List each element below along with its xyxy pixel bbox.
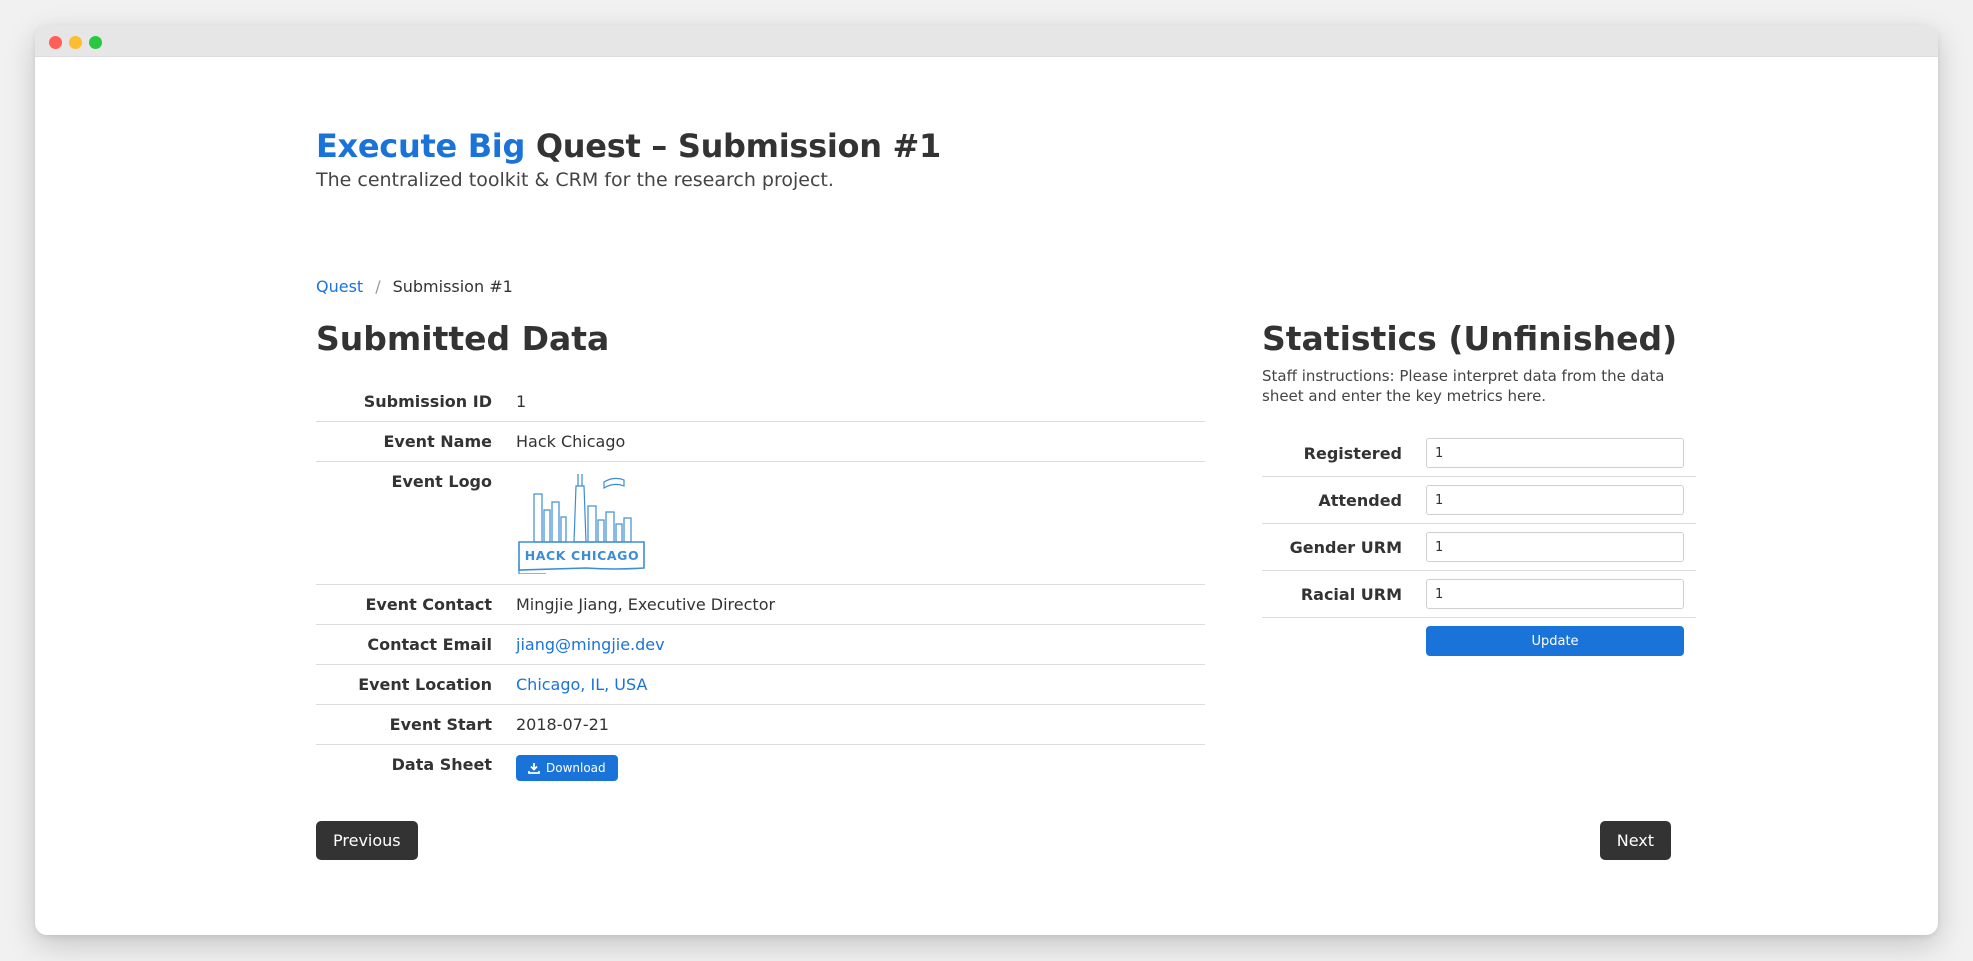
table-row: Event Logo HACK CHICAGO <box>316 461 1205 585</box>
table-row: Event Start 2018-07-21 <box>316 704 1205 745</box>
table-row: Event Location Chicago, IL, USA <box>316 664 1205 705</box>
event-contact-label: Event Contact <box>316 584 504 625</box>
page-title-text: Quest – Submission #1 <box>525 127 942 165</box>
next-button[interactable]: Next <box>1599 821 1671 860</box>
gender-urm-label: Gender URM <box>1262 523 1414 571</box>
event-location-label: Event Location <box>316 664 504 705</box>
registered-input[interactable] <box>1426 438 1684 468</box>
brand-name: Execute Big <box>316 127 526 165</box>
contact-email-cell: jiang@mingjie.dev <box>504 624 1205 665</box>
event-start-label: Event Start <box>316 704 504 745</box>
logo-text: HACK CHICAGO <box>525 548 640 563</box>
event-name-label: Event Name <box>316 421 504 462</box>
breadcrumb: Quest / Submission #1 <box>316 277 513 296</box>
window-titlebar <box>35 25 1938 57</box>
event-contact-value: Mingjie Jiang, Executive Director <box>504 584 1205 625</box>
page-header: Execute Big Quest – Submission #1 The ce… <box>316 127 941 191</box>
submission-id-label: Submission ID <box>363 392 492 411</box>
event-location-link[interactable]: Chicago, IL, USA <box>516 675 647 694</box>
table-row: Gender URM <box>1262 523 1696 571</box>
event-logo-label: Event Logo <box>316 461 504 585</box>
table-row: Event Name Hack Chicago <box>316 421 1205 462</box>
table-row: Registered <box>1262 430 1696 477</box>
event-logo-cell: HACK CHICAGO <box>504 461 1205 585</box>
registered-label: Registered <box>1262 430 1414 477</box>
data-sheet-cell: Download <box>504 744 1205 791</box>
download-button[interactable]: Download <box>516 755 618 781</box>
breadcrumb-current: Submission #1 <box>392 277 513 296</box>
page-subtitle: The centralized toolkit & CRM for the re… <box>316 169 834 191</box>
browser-window: Execute Big Quest – Submission #1 The ce… <box>35 25 1938 935</box>
attended-cell <box>1414 476 1696 524</box>
table-row: Contact Email jiang@mingjie.dev <box>316 624 1205 665</box>
breadcrumb-separator: / <box>375 277 381 296</box>
minimize-window-button[interactable] <box>69 36 82 49</box>
event-name-value: Hack Chicago <box>504 421 1205 462</box>
submitted-data-table: Submission ID 1 Event Name Hack Chicago … <box>316 382 1205 791</box>
table-row: Submission ID 1 <box>316 382 1205 422</box>
previous-button[interactable]: Previous <box>316 821 418 860</box>
table-row: Update <box>1262 618 1696 665</box>
table-row: Data Sheet Download <box>316 744 1205 791</box>
gender-urm-input[interactable] <box>1426 532 1684 562</box>
staff-instructions: Staff instructions: Please interpret dat… <box>1262 367 1665 405</box>
statistics-form: Registered Attended Gender URM Racial UR… <box>1262 430 1696 664</box>
maximize-window-button[interactable] <box>89 36 102 49</box>
table-row: Event Contact Mingjie Jiang, Executive D… <box>316 584 1205 625</box>
registered-cell <box>1414 430 1696 477</box>
table-row: Attended <box>1262 476 1696 524</box>
page-title: Execute Big Quest – Submission #1 <box>316 127 941 165</box>
hack-chicago-logo: HACK CHICAGO <box>518 474 645 574</box>
download-icon <box>528 763 540 774</box>
submitted-data-title: Submitted Data <box>316 319 610 358</box>
gender-urm-cell <box>1414 523 1696 571</box>
submission-id-value: 1 <box>516 392 527 411</box>
table-row: Racial URM <box>1262 570 1696 618</box>
racial-urm-cell <box>1414 570 1696 618</box>
download-button-label: Download <box>546 761 606 775</box>
event-start-value: 2018-07-21 <box>504 704 1205 745</box>
racial-urm-input[interactable] <box>1426 579 1684 609</box>
update-button[interactable]: Update <box>1426 626 1684 656</box>
submitted-data-section: Submitted Data Submission ID 1 Event Nam… <box>316 319 1205 791</box>
breadcrumb-quest-link[interactable]: Quest <box>316 277 363 296</box>
racial-urm-label: Racial URM <box>1262 570 1414 618</box>
contact-email-label: Contact Email <box>316 624 504 665</box>
statistics-title: Statistics (Unfinished) <box>1262 319 1678 358</box>
attended-input[interactable] <box>1426 485 1684 515</box>
statistics-section: Statistics (Unfinished) Staff instructio… <box>1262 319 1696 664</box>
update-cell: Update <box>1414 618 1696 665</box>
spacer-cell <box>1262 618 1414 665</box>
attended-label: Attended <box>1262 476 1414 524</box>
data-sheet-label: Data Sheet <box>316 744 504 791</box>
contact-email-link[interactable]: jiang@mingjie.dev <box>516 635 665 654</box>
event-location-cell: Chicago, IL, USA <box>504 664 1205 705</box>
close-window-button[interactable] <box>49 36 62 49</box>
